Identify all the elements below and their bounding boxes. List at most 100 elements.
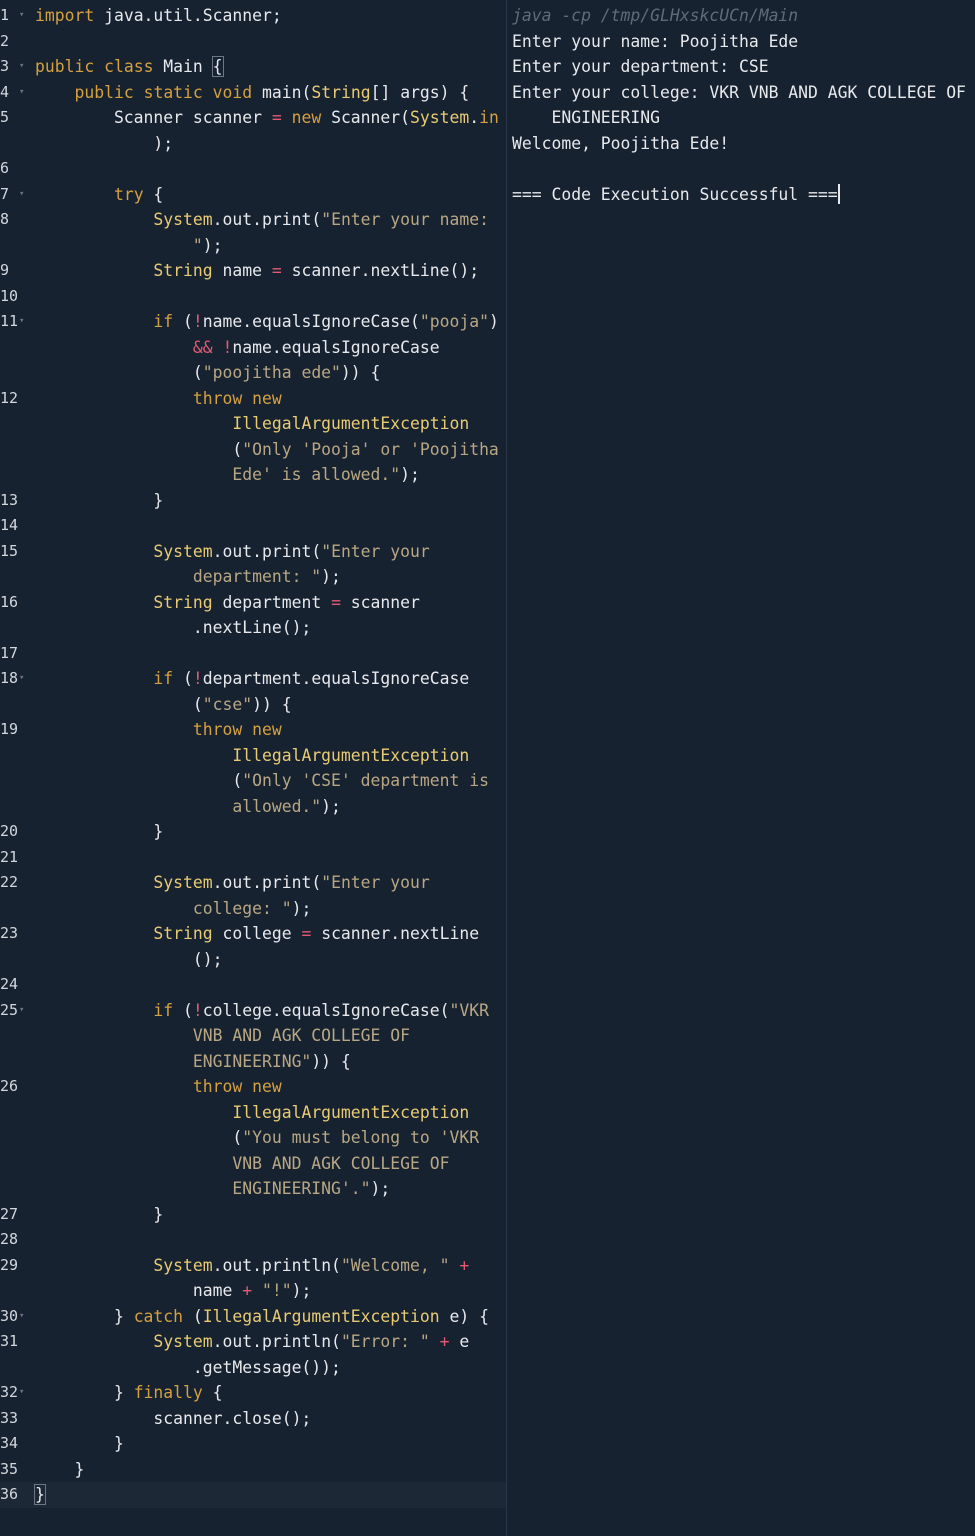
code-line[interactable]: 19 throw new <box>0 717 506 743</box>
code-token: ENGINEERING" <box>35 1051 312 1071</box>
code-line[interactable]: && !name.equalsIgnoreCase <box>0 335 506 361</box>
code-line[interactable]: VNB AND AGK COLLEGE OF <box>0 1023 506 1049</box>
code-line[interactable]: allowed."); <box>0 794 506 820</box>
code-line[interactable]: 26 throw new <box>0 1074 506 1100</box>
code-line[interactable]: 6 <box>0 156 506 182</box>
fold-toggle-icon[interactable]: ▾ <box>19 182 24 208</box>
code-line[interactable]: 7 ▾ try { <box>0 182 506 208</box>
line-number: 27 <box>0 1204 19 1223</box>
code-text: IllegalArgumentException <box>35 411 501 437</box>
code-line[interactable]: ("You must belong to 'VKR <box>0 1125 506 1151</box>
code-line[interactable]: IllegalArgumentException <box>0 1100 506 1126</box>
code-token: in <box>479 108 499 127</box>
code-line[interactable]: 3 ▾ public class Main { <box>0 54 506 80</box>
code-line[interactable]: 16 String department = scanner <box>0 590 506 616</box>
code-line[interactable]: 27 } <box>0 1202 506 1228</box>
code-token: department: " <box>35 567 322 586</box>
code-text: .nextLine(); <box>35 615 501 641</box>
code-line[interactable]: 36} <box>0 1482 506 1508</box>
code-line[interactable]: 18 ▾ if (!department.equalsIgnoreCase <box>0 666 506 692</box>
code-text: department: "); <box>35 564 501 590</box>
line-number: 14 <box>0 516 19 534</box>
code-line[interactable]: .nextLine(); <box>0 615 506 641</box>
code-token: if <box>153 1000 174 1020</box>
code-line[interactable]: 2 <box>0 29 506 55</box>
code-line[interactable]: VNB AND AGK COLLEGE OF <box>0 1151 506 1177</box>
code-token: IllegalArgumentException <box>232 745 470 765</box>
code-line[interactable]: 4 ▾ public static void main(String[] args… <box>0 80 506 106</box>
output-console[interactable]: java -cp /tmp/GLHxskcUCn/Main Enter your … <box>507 0 975 1536</box>
code-token: "VKR <box>449 1000 489 1020</box>
code-line[interactable]: 30 ▾ } catch (IllegalArgumentException e)… <box>0 1304 506 1330</box>
code-line[interactable]: 20 } <box>0 819 506 845</box>
code-line[interactable]: ("Only 'CSE' department is <box>0 768 506 794</box>
code-line[interactable]: .getMessage()); <box>0 1355 506 1381</box>
output-line: === Code Execution Successful === <box>512 182 972 208</box>
code-line[interactable]: Ede' is allowed."); <box>0 462 506 488</box>
code-text: throw new <box>35 717 501 743</box>
code-line[interactable]: ); <box>0 131 506 157</box>
code-line[interactable]: 12 throw new <box>0 386 506 412</box>
code-line[interactable]: IllegalArgumentException <box>0 411 506 437</box>
code-line[interactable]: 14 <box>0 513 506 539</box>
fold-toggle-icon[interactable]: ▾ <box>19 3 24 29</box>
code-line[interactable]: ("Only 'Pooja' or 'Poojitha <box>0 437 506 463</box>
code-line[interactable]: 22 System.out.print("Enter your <box>0 870 506 896</box>
code-line[interactable]: 23 String college = scanner.nextLine <box>0 921 506 947</box>
code-token: ( <box>173 669 193 688</box>
code-token: " <box>35 235 203 255</box>
code-line[interactable]: 1 ▾ import java.util.Scanner; <box>0 3 506 29</box>
fold-toggle-icon[interactable]: ▾ <box>19 54 24 80</box>
code-line[interactable]: 34 } <box>0 1431 506 1457</box>
code-line[interactable]: ENGINEERING")) { <box>0 1049 506 1075</box>
code-token: } <box>35 1434 124 1453</box>
line-number: 2 <box>0 31 10 50</box>
code-line[interactable]: ("poojitha ede")) { <box>0 360 506 386</box>
code-line[interactable]: college: "); <box>0 896 506 922</box>
code-line[interactable]: 33 scanner.close(); <box>0 1406 506 1432</box>
code-line[interactable]: 11 ▾ if (!name.equalsIgnoreCase("pooja") <box>0 309 506 335</box>
code-token: new <box>252 720 282 739</box>
code-line[interactable]: department: "); <box>0 564 506 590</box>
code-line[interactable]: 25 ▾ if (!college.equalsIgnoreCase("VKR <box>0 998 506 1024</box>
code-line[interactable]: 13 } <box>0 488 506 514</box>
code-line[interactable]: name + "!"); <box>0 1278 506 1304</box>
code-line[interactable]: (); <box>0 947 506 973</box>
code-text: public class Main { <box>35 54 501 80</box>
code-token: ! <box>192 669 203 688</box>
fold-toggle-icon[interactable]: ▾ <box>19 80 24 106</box>
code-line[interactable]: 5 Scanner scanner = new Scanner(System.i… <box>0 105 506 131</box>
code-line[interactable]: ENGINEERING'."); <box>0 1176 506 1202</box>
code-line[interactable]: 8 System.out.print("Enter your name: <box>0 207 506 233</box>
code-line[interactable]: 35 } <box>0 1457 506 1483</box>
fold-toggle-icon[interactable]: ▾ <box>19 1304 24 1330</box>
code-line[interactable]: 21 <box>0 845 506 871</box>
fold-toggle-icon[interactable]: ▾ <box>19 309 24 335</box>
code-token: } <box>35 1459 85 1479</box>
code-line[interactable]: 32 ▾ } finally { <box>0 1380 506 1406</box>
code-line[interactable]: 9 String name = scanner.nextLine(); <box>0 258 506 284</box>
fold-toggle-icon[interactable]: ▾ <box>19 666 24 692</box>
code-token: .out.println( <box>212 1255 341 1275</box>
code-line[interactable]: 28 <box>0 1227 506 1253</box>
code-line[interactable]: 17 <box>0 641 506 667</box>
code-text: ENGINEERING")) { <box>35 1049 501 1075</box>
fold-toggle-icon[interactable]: ▾ <box>19 1380 24 1406</box>
code-line[interactable]: 24 <box>0 972 506 998</box>
code-line[interactable]: 15 System.out.print("Enter your <box>0 539 506 565</box>
code-line[interactable]: ("cse")) { <box>0 692 506 718</box>
fold-toggle-icon[interactable]: ▾ <box>19 998 24 1024</box>
code-text: IllegalArgumentException <box>35 743 501 769</box>
code-line[interactable]: 10 <box>0 284 506 310</box>
code-editor[interactable]: 1 ▾ import java.util.Scanner; 2 3 ▾ public cla… <box>0 0 506 1536</box>
code-token: ( <box>35 694 203 714</box>
code-line[interactable]: IllegalArgumentException <box>0 743 506 769</box>
code-token: department <box>212 592 332 612</box>
code-line[interactable]: 29 System.out.println("Welcome, " + <box>0 1253 506 1279</box>
code-line[interactable]: 31 System.out.println("Error: " + e <box>0 1329 506 1355</box>
code-line[interactable]: "); <box>0 233 506 259</box>
